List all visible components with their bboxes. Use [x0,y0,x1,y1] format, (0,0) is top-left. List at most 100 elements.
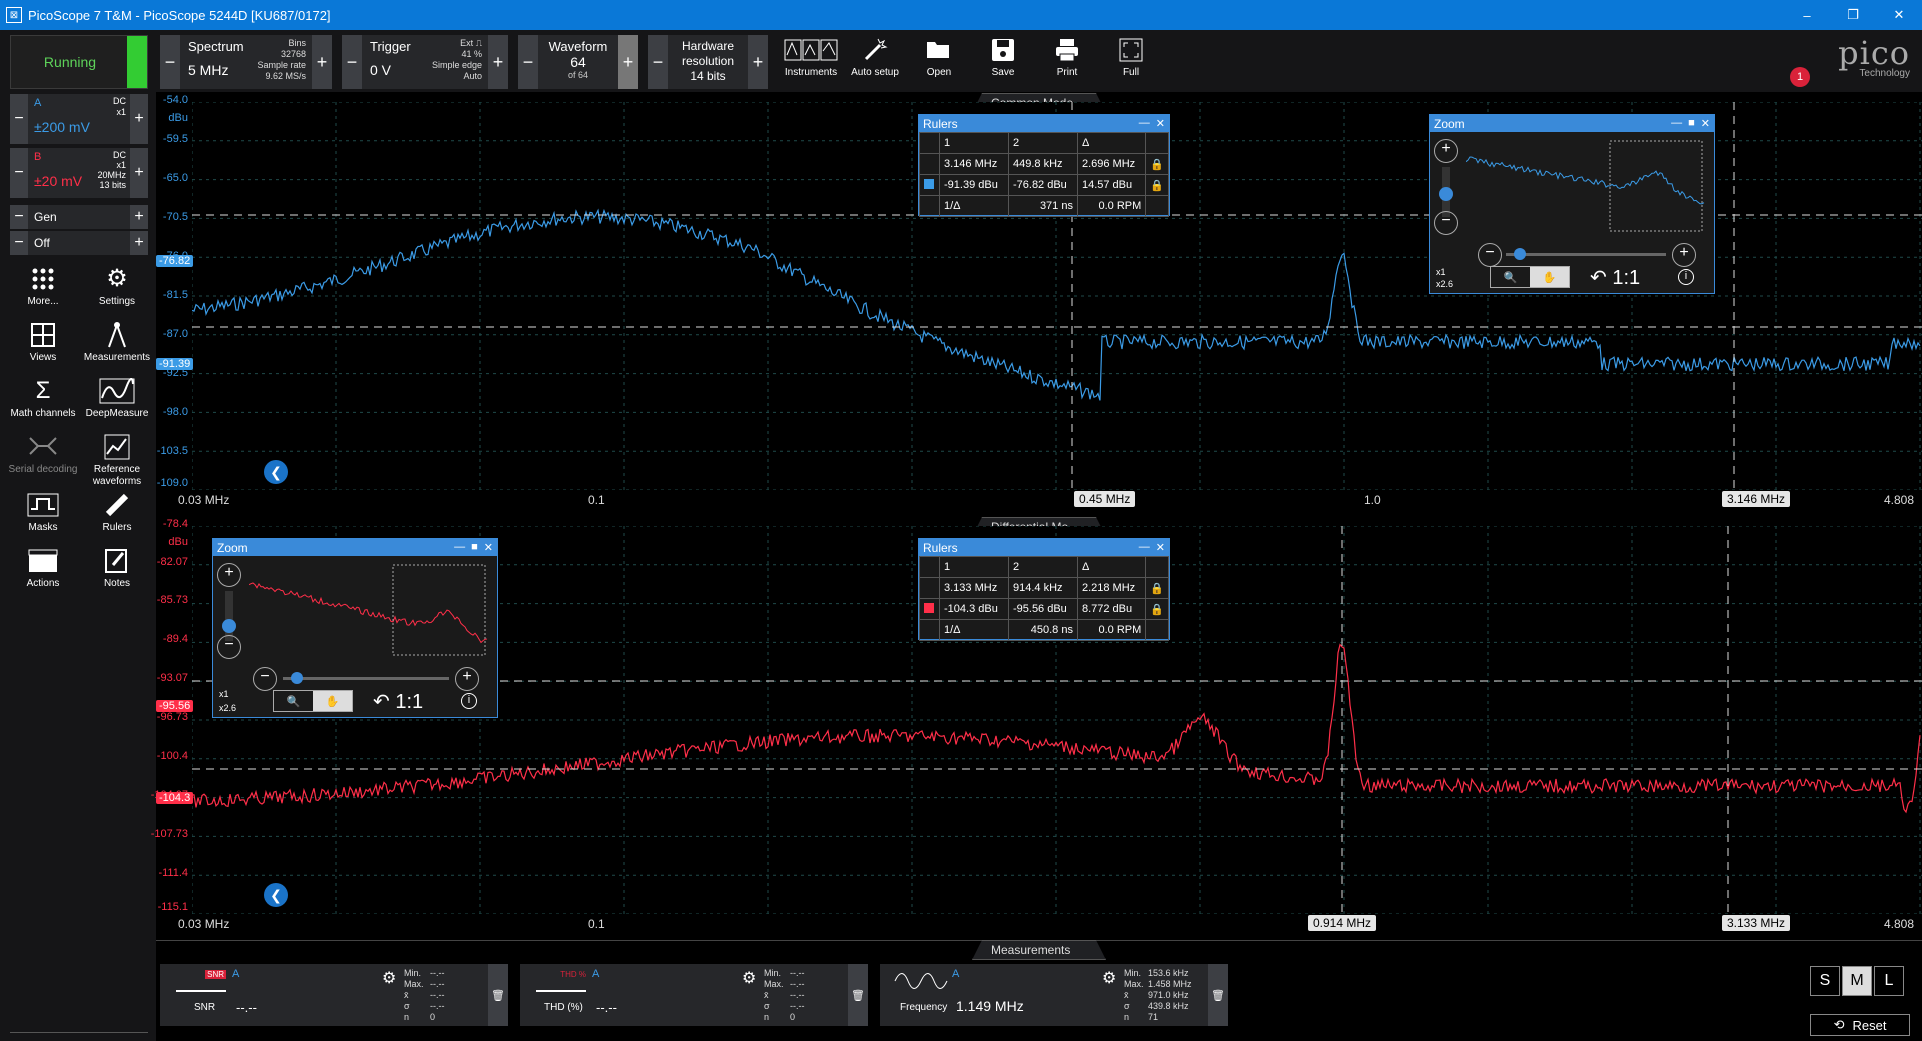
zoom-h-thumb[interactable] [1514,248,1526,260]
restore-button[interactable]: ❐ [1830,0,1876,30]
resolution-plus-button[interactable]: + [748,35,768,89]
measurement-card-thd[interactable]: THD % A THD (%) --.-- ⚙ Min. Max. x̄ σ n --.… [520,964,868,1026]
close-icon[interactable]: ✕ [1156,541,1165,554]
ruler-y2-marker[interactable]: -104.3 [156,792,194,804]
gen-minus-button[interactable]: − [10,205,28,229]
resolution-minus-button[interactable]: − [648,35,668,89]
instruments-button[interactable]: Instruments [779,33,843,89]
rulers-button[interactable]: Rulers [80,488,154,534]
zoom-plus-icon[interactable]: + [455,667,479,691]
reset-button[interactable]: ⟲ Reset [1810,1014,1910,1036]
waveform-plus-button[interactable]: + [618,35,638,89]
zoom-slider-v[interactable] [1439,167,1453,217]
ruler-y1-marker[interactable]: -95.56 [156,700,194,712]
gen-plus-button[interactable]: + [130,205,148,229]
zoom-minus-icon[interactable]: − [1478,243,1502,267]
gear-icon[interactable]: ⚙ [742,968,756,988]
channel-b-plus-button[interactable]: + [130,148,148,198]
hand-icon[interactable]: ✋ [1530,267,1569,287]
views-button[interactable]: Views [6,318,80,364]
zoom-minus-icon[interactable]: − [253,667,277,691]
close-icon[interactable]: ✕ [484,541,493,554]
zoom-slider-h[interactable] [283,672,449,684]
run-stop-button[interactable]: Running [10,35,148,89]
size-s-button[interactable]: S [1810,966,1840,996]
magnify-icon[interactable]: 🔍 [274,691,313,711]
size-m-button[interactable]: M [1842,966,1872,996]
waveform-value[interactable]: 64 [546,54,610,70]
full-screen-button[interactable]: Full [1099,33,1163,89]
deepmeasure-button[interactable]: DeepMeasure [80,374,154,420]
zoom-overview-top[interactable] [1466,139,1706,235]
zoom-slider-thumb[interactable] [222,619,236,633]
zoom-slider-h[interactable] [1506,248,1666,260]
waveform-minus-button[interactable]: − [518,35,538,89]
magnify-icon[interactable]: 🔍 [1491,267,1530,287]
rulers-window-bottom[interactable]: Rulers — ✕ 12Δ 3.133 MHz 914.4 kHz 2.218 MHz… [918,538,1170,641]
ruler-x1-marker[interactable]: 0.45 MHz [1074,491,1136,507]
resolution-value[interactable]: 14 bits [676,69,740,84]
zoom-slider-v[interactable] [222,591,236,641]
close-icon[interactable]: ✕ [1701,117,1710,130]
ruler-y2-marker[interactable]: -91.39 [156,358,194,370]
spectrum-minus-button[interactable]: − [160,35,180,89]
ruler-y1-marker[interactable]: -76.82 [156,255,194,267]
notes-button[interactable]: Notes [80,544,154,590]
trash-icon[interactable]: 🗑 [848,964,868,1026]
close-icon[interactable]: ✕ [1156,117,1165,130]
more-button[interactable]: More... [6,262,80,308]
zoom-out-icon[interactable]: − [217,635,241,659]
reference-waveforms-button[interactable]: Reference waveforms [80,430,154,488]
ruler-x2-marker[interactable]: 3.133 MHz [1722,915,1791,931]
spectrum-plus-button[interactable]: + [312,35,332,89]
settings-button[interactable]: ⚙ Settings [80,262,154,308]
off-minus-button[interactable]: − [10,231,28,255]
ruler-x2-marker[interactable]: 3.146 MHz [1722,491,1791,507]
size-l-button[interactable]: L [1874,966,1904,996]
notification-badge[interactable]: 1 [1790,67,1810,87]
off-label[interactable]: Off [28,231,130,255]
lock-icon[interactable]: 🔒 [1145,598,1169,620]
info-icon[interactable]: i [461,693,477,709]
zoom-plus-icon[interactable]: + [1672,243,1696,267]
auto-setup-button[interactable]: Auto setup [843,33,907,89]
zoom-in-icon[interactable]: + [217,563,241,587]
minimize-icon[interactable]: — [1139,117,1150,130]
measurement-card-frequency[interactable]: A Frequency 1.149 MHz ⚙ Min. Max. x̄ σ n 153… [880,964,1228,1026]
gear-icon[interactable]: ⚙ [382,968,396,988]
close-button[interactable]: ✕ [1876,0,1922,30]
channel-b-minus-button[interactable]: − [10,148,28,198]
channel-a-minus-button[interactable]: − [10,94,28,144]
trigger-plus-button[interactable]: + [488,35,508,89]
maximize-icon[interactable]: ■ [471,541,478,554]
zoom-slider-thumb[interactable] [1439,187,1453,201]
minimize-icon[interactable]: — [454,541,465,554]
trash-icon[interactable]: 🗑 [488,964,508,1026]
trash-icon[interactable]: 🗑 [1208,964,1228,1026]
ruler-x1-marker[interactable]: 0.914 MHz [1308,915,1377,931]
math-channels-button[interactable]: Σ Math channels [6,374,80,420]
print-button[interactable]: Print [1035,33,1099,89]
masks-button[interactable]: Masks [6,488,80,534]
maximize-icon[interactable]: ■ [1688,117,1695,130]
chevron-left-icon[interactable]: ❮ [264,883,288,907]
chevron-left-icon[interactable]: ❮ [264,460,288,484]
minimize-icon[interactable]: — [1139,541,1150,554]
rulers-window-top[interactable]: Rulers — ✕ 12Δ 3.146 MHz 449.8 kHz 2.696 MHz… [918,114,1170,217]
channel-a-range[interactable]: ±200 mV [34,119,124,135]
tab-measurements[interactable]: Measurements ✕ [972,940,1106,960]
zoom-window-top[interactable]: Zoom — ■ ✕ + − − + x1 x2.6 🔍 ✋ ↶ 1:1 i [1429,114,1715,294]
lock-icon[interactable]: 🔒 [1145,577,1169,599]
serial-decoding-button[interactable]: Serial decoding [6,430,80,476]
zoom-h-thumb[interactable] [291,672,303,684]
gear-icon[interactable]: ⚙ [1102,968,1116,988]
channel-a-plus-button[interactable]: + [130,94,148,144]
measurements-button[interactable]: Measurements [80,318,154,364]
measurement-card-snr[interactable]: SNR A SNR --.-- ⚙ Min. Max. x̄ σ n --.-- --.-… [160,964,508,1026]
minimize-icon[interactable]: — [1671,117,1682,130]
trigger-minus-button[interactable]: − [342,35,362,89]
zoom-in-icon[interactable]: + [1434,139,1458,163]
zoom-overview-bottom[interactable] [249,563,489,659]
zoom-window-bottom[interactable]: Zoom — ■ ✕ + − − + x1 x2.6 🔍 ✋ ↶ 1:1 i [212,538,498,718]
zoom-out-icon[interactable]: − [1434,211,1458,235]
